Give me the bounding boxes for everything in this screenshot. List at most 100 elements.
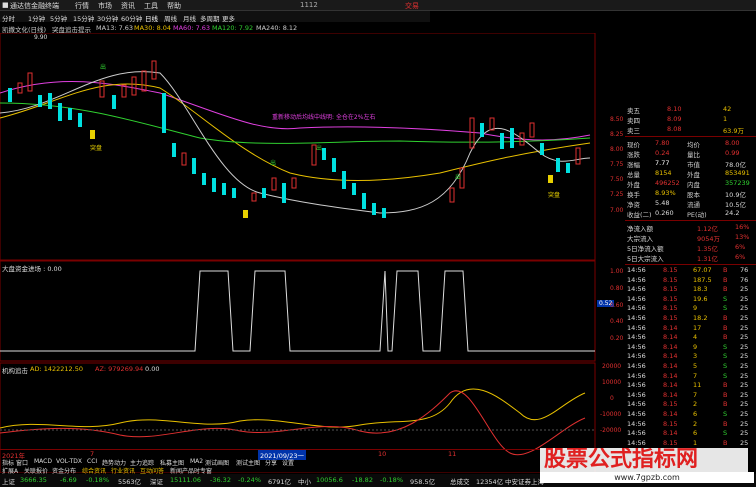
kline-chart[interactable] [0,33,596,473]
index-amount: 6791亿 [268,478,292,486]
period-tab[interactable]: 月线 [183,13,196,23]
tick-time: 14:56 [627,275,646,284]
stat-value: 5.48 [655,199,670,207]
tick-count: 25 [740,304,749,313]
legend-ma120: MA120: 7.92 [212,24,254,32]
period-tab[interactable]: 60分钟 [121,13,142,23]
period-tab-active[interactable]: 日线 [145,13,158,23]
indicator-tabs: 指标 窗口 MACD VOL-TDX CCI 趋势动力 主力追踪 私募主图 MA… [0,458,540,467]
tick-count: 25 [740,438,749,447]
sub1-title: 大盘资金进场 : 0.00 [2,265,62,273]
menu-item-news[interactable]: 资讯 [121,1,135,11]
stat-value: 7.80 [655,139,670,147]
stat-label: 市值 [687,161,700,169]
tick-volume: 17 [693,323,702,332]
book-volume: 42 [723,105,732,113]
index-pct: -0.24% [238,476,261,484]
stat-value: 78.0亿 [725,161,746,169]
axis-tick: 7.50 [610,176,624,183]
trade-button[interactable]: 交易 [405,1,419,11]
tick-side: S [723,410,728,418]
tick-volume: 5 [693,362,698,370]
tick-volume: 67.07 [693,266,712,274]
menu-item-market[interactable]: 市场 [98,1,112,11]
period-tab[interactable]: 周线 [164,13,177,23]
index-change: -36.32 [210,476,231,484]
tick-side: S [723,294,728,303]
index-name: 中小 [298,478,311,486]
indicator-tab[interactable]: VOL-TDX [56,458,82,465]
legend-ma30: MA30: 8.04 [134,24,172,32]
tick-price: 8.14 [663,352,678,361]
axis-tick: 0.20 [610,335,624,342]
tick-time: 14:56 [627,266,646,274]
period-tab[interactable]: 30分钟 [97,13,118,23]
tick-price: 8.14 [663,429,678,438]
tick-volume: 2 [693,419,698,428]
tick-count: 76 [740,266,749,274]
index-name: 上证 [2,478,15,486]
menu-item-tools[interactable]: 工具 [144,1,158,11]
indicator-tab[interactable]: MACD [34,458,52,465]
tick-time: 14:56 [627,429,646,438]
book-volume: 63.9万 [723,127,744,135]
tick-time: 14:56 [627,419,646,428]
tick-price: 8.15 [663,438,678,447]
site-watermark: 股票公式指标网 www.7gpzb.com [540,448,754,483]
tick-count: 25 [740,323,749,332]
index-value: 12354亿 [476,478,504,486]
tick-count: 25 [740,410,749,418]
indicator-tab[interactable]: MA2 [190,458,203,465]
menu-item-help[interactable]: 帮助 [167,1,181,11]
period-tab[interactable]: 5分钟 [50,13,67,23]
period-tab[interactable]: 分时 [2,13,15,23]
index-value: 10056.6 [316,476,343,484]
tick-price: 8.15 [663,419,678,428]
stat-value: 8154 [655,169,672,177]
period-tab[interactable]: 1分钟 [28,13,45,23]
stat-value: 8.00 [725,139,740,147]
index-change: -18.82 [352,476,373,484]
flow-value: 1.31亿 [697,255,718,263]
indicator-tab[interactable]: CCI [87,458,97,465]
candles [8,60,581,218]
tick-time: 14:56 [627,333,646,342]
tick-time: 14:56 [627,400,646,409]
axis-tick: 10000 [602,379,622,386]
axis-tick: 0 [610,395,614,402]
tick-volume: 9 [693,304,698,313]
tick-count: 25 [740,285,749,294]
flow-label: 大宗流入 [627,235,653,243]
axis-tick: 0.40 [610,318,624,325]
flow-pct: 6% [735,243,746,251]
stat-value: 10.9亿 [725,191,746,199]
axis-tick: -20000 [600,427,622,434]
tick-side: B [723,266,728,274]
flow-label: 净流入额 [627,225,653,233]
tick-side: B [723,323,728,332]
index-value: 3666.35 [20,476,47,484]
book-price: 8.10 [667,105,682,113]
sub2-title: 机构追击 [2,367,28,375]
legend-ma13: MA13: 7.63 [96,24,134,32]
tick-time: 14:56 [627,323,646,332]
period-tab[interactable]: 多周期 [200,13,220,23]
tick-time: 14:56 [627,410,646,418]
tick-side: B [723,438,728,447]
tick-time: 14:56 [627,362,646,370]
flow-value: 9054万 [697,235,721,243]
period-tab[interactable]: 15分钟 [73,13,94,23]
menu-item-quotes[interactable]: 行情 [75,1,89,11]
period-tab[interactable]: 更多 [222,13,235,23]
stat-label: 换手 [627,191,640,199]
tick-count: 25 [740,294,749,303]
stat-label: 均价 [687,141,700,149]
stat-value: 357239 [725,179,750,187]
index-amount: 5563亿 [118,478,142,486]
tick-time: 14:56 [627,352,646,361]
tick-side: S [723,304,728,313]
stat-label: 净资 [627,201,640,209]
tick-time: 14:56 [627,371,646,380]
exit-marker: 出 [455,174,462,181]
tick-side: B [723,314,728,322]
